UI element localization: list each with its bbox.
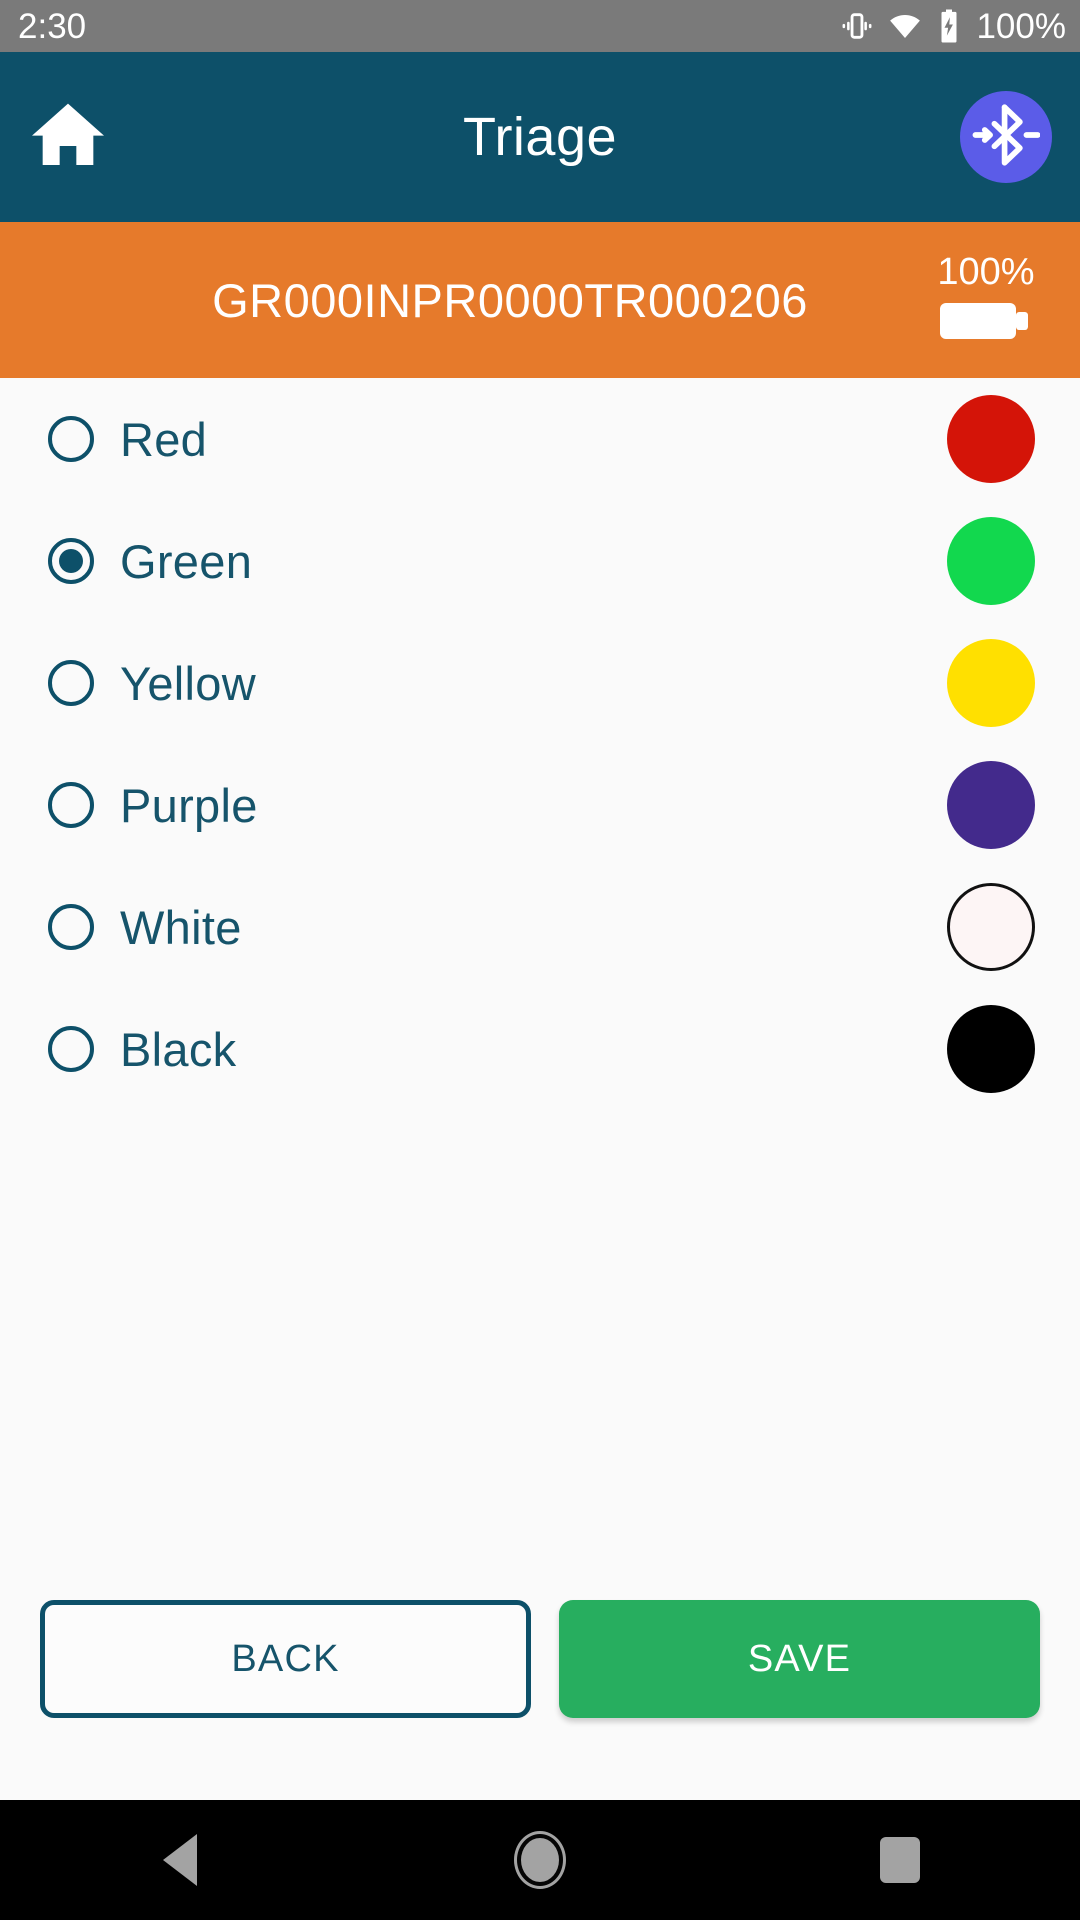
footer-actions: BACK SAVE <box>0 1594 1080 1724</box>
status-battery-percent: 100% <box>976 6 1066 46</box>
patient-identifier: GR000INPR0000TR000206 <box>212 273 808 327</box>
nav-back-button[interactable] <box>110 1800 250 1920</box>
radio-button[interactable] <box>48 1026 94 1072</box>
color-swatch <box>947 883 1035 971</box>
option-label: Yellow <box>120 656 256 710</box>
device-battery-percent: 100% <box>937 250 1035 293</box>
option-label: White <box>120 900 242 954</box>
color-swatch <box>947 517 1035 605</box>
home-icon <box>25 95 111 180</box>
radio-button[interactable] <box>48 782 94 828</box>
triage-color-list: Red Green Yellow Purple White Black <box>0 378 1080 1110</box>
wifi-icon <box>886 9 924 43</box>
radio-button[interactable] <box>48 660 94 706</box>
android-nav-bar <box>0 1800 1080 1920</box>
nav-recents-square-icon <box>880 1837 920 1883</box>
back-button[interactable]: BACK <box>40 1600 531 1718</box>
status-clock: 2:30 <box>18 6 87 46</box>
option-label: Green <box>120 534 253 588</box>
radio-button[interactable] <box>48 904 94 950</box>
status-icons: 100% <box>840 8 1066 44</box>
device-battery-indicator: 100% <box>910 253 1080 348</box>
radio-button[interactable] <box>48 538 94 584</box>
status-bar: 2:30 100% <box>0 0 1080 52</box>
option-row[interactable]: Yellow <box>0 622 1080 744</box>
color-swatch <box>947 761 1035 849</box>
vibrate-icon <box>840 9 874 43</box>
save-button[interactable]: SAVE <box>559 1600 1040 1718</box>
color-swatch <box>947 395 1035 483</box>
battery-charging-icon <box>936 8 962 44</box>
option-row[interactable]: White <box>0 866 1080 988</box>
page-title: Triage <box>462 107 618 167</box>
bluetooth-connect-icon <box>972 101 1041 174</box>
nav-recents-button[interactable] <box>830 1800 970 1920</box>
patient-id-bar: GR000INPR0000TR000206 100% <box>0 222 1080 378</box>
option-row[interactable]: Red <box>0 378 1080 500</box>
radio-dot-icon <box>59 549 83 573</box>
option-label: Purple <box>120 778 258 832</box>
home-button[interactable] <box>22 91 114 183</box>
color-swatch <box>947 1005 1035 1093</box>
app-bar: Triage <box>0 52 1080 222</box>
bluetooth-button[interactable] <box>960 91 1052 183</box>
color-swatch <box>947 639 1035 727</box>
option-label: Red <box>120 412 208 466</box>
nav-home-circle-icon <box>517 1834 563 1886</box>
option-row[interactable]: Purple <box>0 744 1080 866</box>
nav-back-triangle-icon <box>163 1834 197 1886</box>
nav-home-button[interactable] <box>470 1800 610 1920</box>
option-row[interactable]: Black <box>0 988 1080 1110</box>
option-label: Black <box>120 1022 237 1076</box>
battery-full-icon <box>940 299 1032 348</box>
radio-button[interactable] <box>48 416 94 462</box>
option-row[interactable]: Green <box>0 500 1080 622</box>
phone-screen: 2:30 100% Triage GR000INPR0000TR000206 1… <box>0 0 1080 1920</box>
